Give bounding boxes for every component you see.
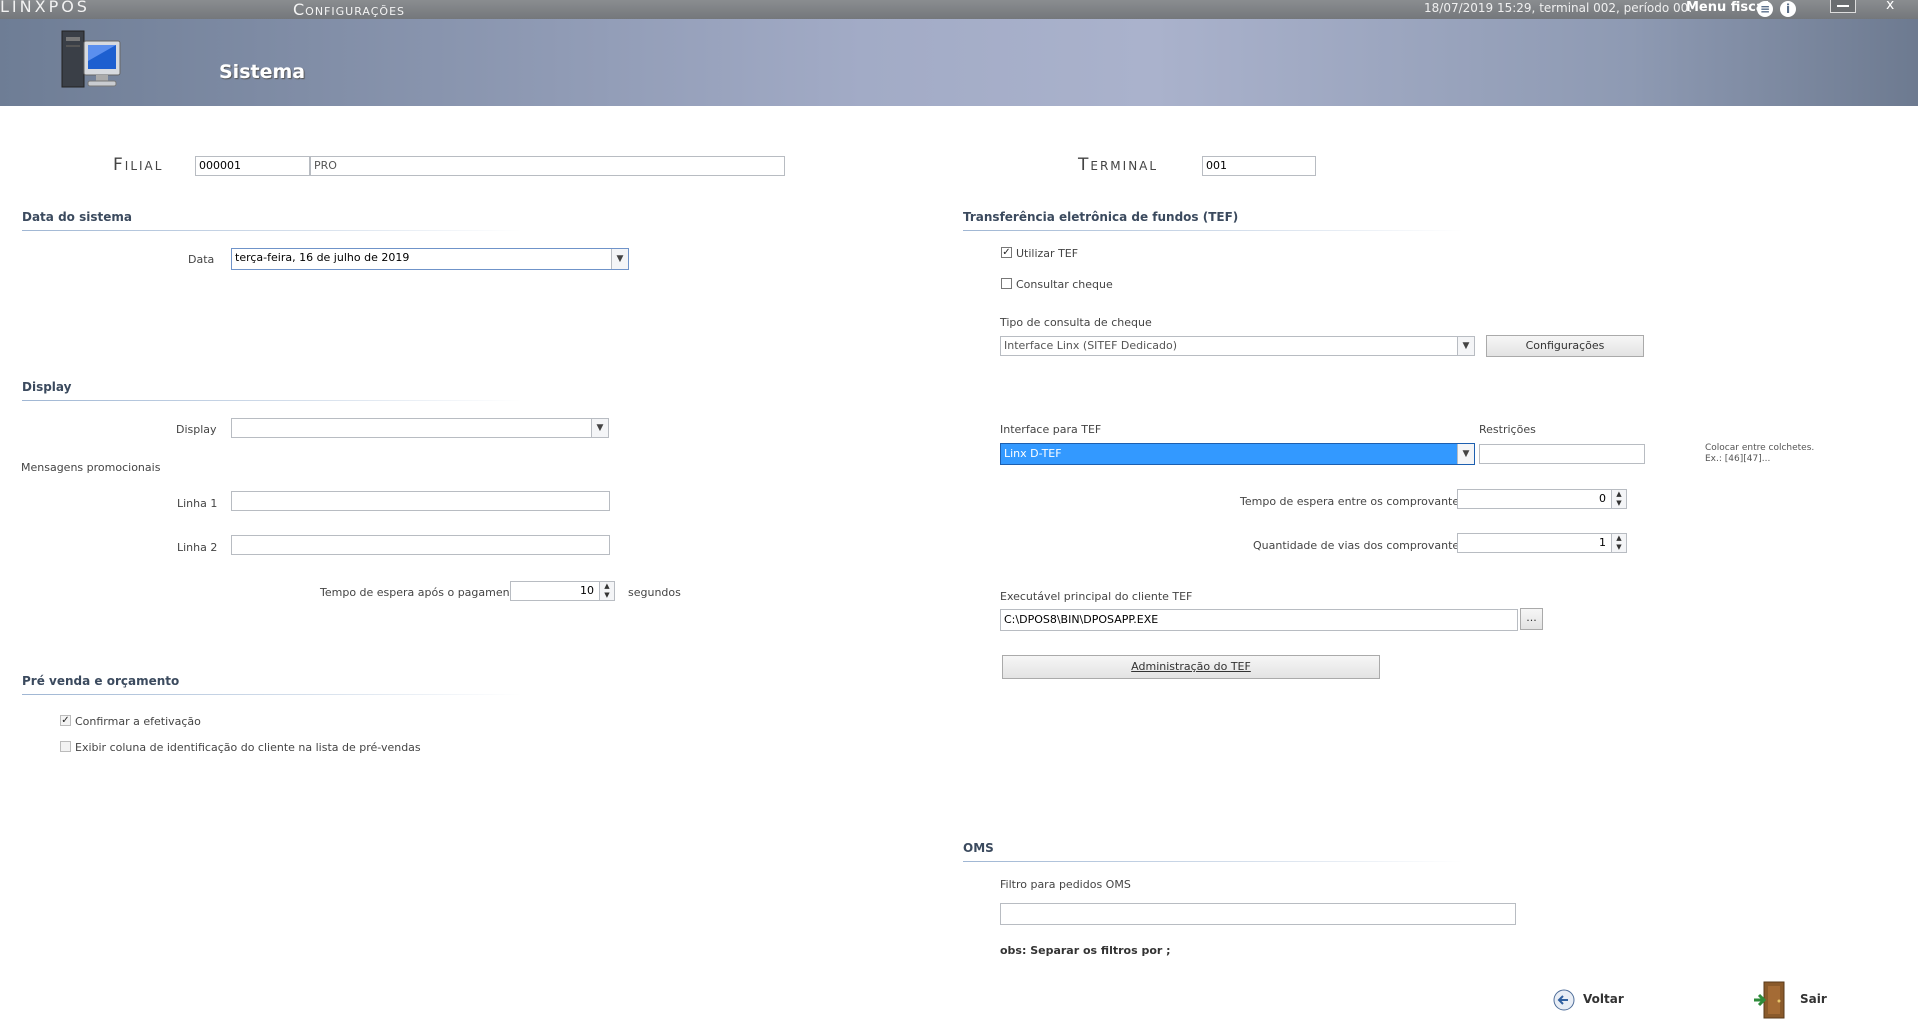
- tipo-consulta-select[interactable]: Interface Linx (SITEF Dedicado) ▼: [1000, 336, 1475, 356]
- segundos-label: segundos: [628, 586, 681, 599]
- confirmar-checkbox[interactable]: ✓: [60, 715, 71, 726]
- tempo-pagamento-label: Tempo de espera após o pagamento: [320, 586, 521, 599]
- status-text: 18/07/2019 15:29, terminal 002, período …: [1424, 1, 1693, 15]
- exit-door-icon: [1754, 981, 1785, 1019]
- confirmar-label: Confirmar a efetivação: [75, 715, 201, 728]
- filtro-oms-label: Filtro para pedidos OMS: [1000, 878, 1131, 891]
- section-divider: [22, 400, 522, 401]
- utilizar-tef-checkbox[interactable]: ✓: [1001, 247, 1012, 258]
- chevron-down-icon[interactable]: ▼: [611, 249, 628, 269]
- restricoes-hint-2: Ex.: [46][47]...: [1705, 454, 1771, 464]
- tempo-pagamento-value: 10: [580, 584, 594, 597]
- chevron-down-icon[interactable]: ▼: [1457, 444, 1474, 464]
- back-arrow-icon: [1553, 989, 1575, 1011]
- computer-icon: [58, 27, 128, 97]
- filtro-oms-input[interactable]: [1000, 903, 1516, 925]
- tipo-consulta-label: Tipo de consulta de cheque: [1000, 316, 1152, 329]
- vias-comprovantes-label: Quantidade de vias dos comprovantes: [1253, 539, 1465, 552]
- tipo-consulta-value: Interface Linx (SITEF Dedicado): [1004, 339, 1177, 352]
- section-divider: [963, 230, 1463, 231]
- section-tef: Transferência eletrônica de fundos (TEF): [963, 210, 1239, 224]
- interface-tef-value: Linx D-TEF: [1004, 447, 1062, 460]
- section-data-sistema: Data do sistema: [22, 210, 132, 224]
- data-date-picker[interactable]: terça-feira, 16 de julho de 2019 ▼: [231, 248, 629, 270]
- consultar-cheque-checkbox[interactable]: [1001, 278, 1012, 289]
- restricoes-label: Restrições: [1479, 423, 1536, 436]
- display-label: Display: [176, 423, 217, 436]
- spinner-arrows[interactable]: ▲ ▼: [1611, 490, 1626, 508]
- filial-code-field[interactable]: 000001: [195, 156, 310, 176]
- browse-button[interactable]: ...: [1520, 608, 1543, 630]
- interface-tef-label: Interface para TEF: [1000, 423, 1102, 436]
- espera-comprovantes-spinner[interactable]: 0 ▲ ▼: [1457, 489, 1627, 509]
- tempo-pagamento-spinner[interactable]: 10 ▲ ▼: [510, 581, 615, 601]
- minimize-icon[interactable]: [1830, 0, 1856, 13]
- terminal-label: Terminal: [1078, 155, 1159, 175]
- linha2-input[interactable]: [231, 535, 610, 555]
- chevron-down-icon[interactable]: ▼: [591, 419, 608, 437]
- linha1-label: Linha 1: [177, 497, 218, 510]
- executavel-label: Executável principal do cliente TEF: [1000, 590, 1193, 603]
- voltar-label: Voltar: [1583, 992, 1624, 1006]
- vias-comprovantes-value: 1: [1599, 536, 1606, 549]
- data-value: terça-feira, 16 de julho de 2019: [235, 251, 410, 264]
- spinner-arrows[interactable]: ▲ ▼: [599, 582, 614, 600]
- voltar-button[interactable]: Voltar: [1553, 987, 1653, 1013]
- utilizar-tef-label: Utilizar TEF: [1016, 247, 1079, 260]
- app-logo: LINXPOS: [0, 0, 90, 16]
- terminal-code-field[interactable]: 001: [1202, 156, 1316, 176]
- sair-button[interactable]: Sair: [1752, 980, 1852, 1020]
- consultar-cheque-label: Consultar cheque: [1016, 278, 1113, 291]
- obs-text: obs: Separar os filtros por ;: [1000, 944, 1171, 957]
- vias-comprovantes-spinner[interactable]: 1 ▲ ▼: [1457, 533, 1627, 553]
- page-header: Sistema: [0, 19, 1918, 106]
- close-icon[interactable]: x: [1886, 0, 1894, 13]
- display-select[interactable]: ▼: [231, 418, 609, 438]
- restricoes-hint-1: Colocar entre colchetes.: [1705, 443, 1815, 453]
- exibir-coluna-checkbox[interactable]: [60, 741, 71, 752]
- title-bar: LINXPOS Configurações 18/07/2019 15:29, …: [0, 0, 1918, 19]
- espera-comprovantes-label: Tempo de espera entre os comprovantes: [1240, 495, 1465, 508]
- page-title: Sistema: [219, 61, 306, 83]
- exibir-coluna-label: Exibir coluna de identificação do client…: [75, 741, 421, 754]
- section-pre-venda: Pré venda e orçamento: [22, 674, 180, 688]
- screen-title: Configurações: [293, 0, 406, 19]
- info-icon[interactable]: i: [1780, 1, 1796, 17]
- section-divider: [963, 861, 1463, 862]
- interface-tef-select[interactable]: Linx D-TEF ▼: [1000, 443, 1475, 465]
- admin-tef-button[interactable]: Administração do TEF: [1002, 655, 1380, 679]
- section-oms: OMS: [963, 841, 994, 855]
- sair-label: Sair: [1800, 992, 1827, 1006]
- linha2-label: Linha 2: [177, 541, 218, 554]
- filial-name-field[interactable]: PRO: [310, 156, 785, 176]
- linha1-input[interactable]: [231, 491, 610, 511]
- configuracoes-button[interactable]: Configurações: [1486, 335, 1644, 357]
- section-divider: [22, 230, 522, 231]
- chevron-down-icon[interactable]: ▼: [1457, 337, 1474, 355]
- section-divider: [22, 694, 522, 695]
- menu-fiscal-icon[interactable]: ≡: [1757, 1, 1773, 17]
- mensagens-label: Mensagens promocionais: [21, 461, 161, 474]
- espera-comprovantes-value: 0: [1599, 492, 1606, 505]
- section-display: Display: [22, 380, 72, 394]
- data-label: Data: [188, 253, 215, 266]
- executavel-input[interactable]: C:\DPOS8\BIN\DPOSAPP.EXE: [1000, 609, 1518, 631]
- filial-label: Filial: [113, 155, 164, 175]
- restricoes-input[interactable]: [1479, 444, 1645, 464]
- spinner-arrows[interactable]: ▲ ▼: [1611, 534, 1626, 552]
